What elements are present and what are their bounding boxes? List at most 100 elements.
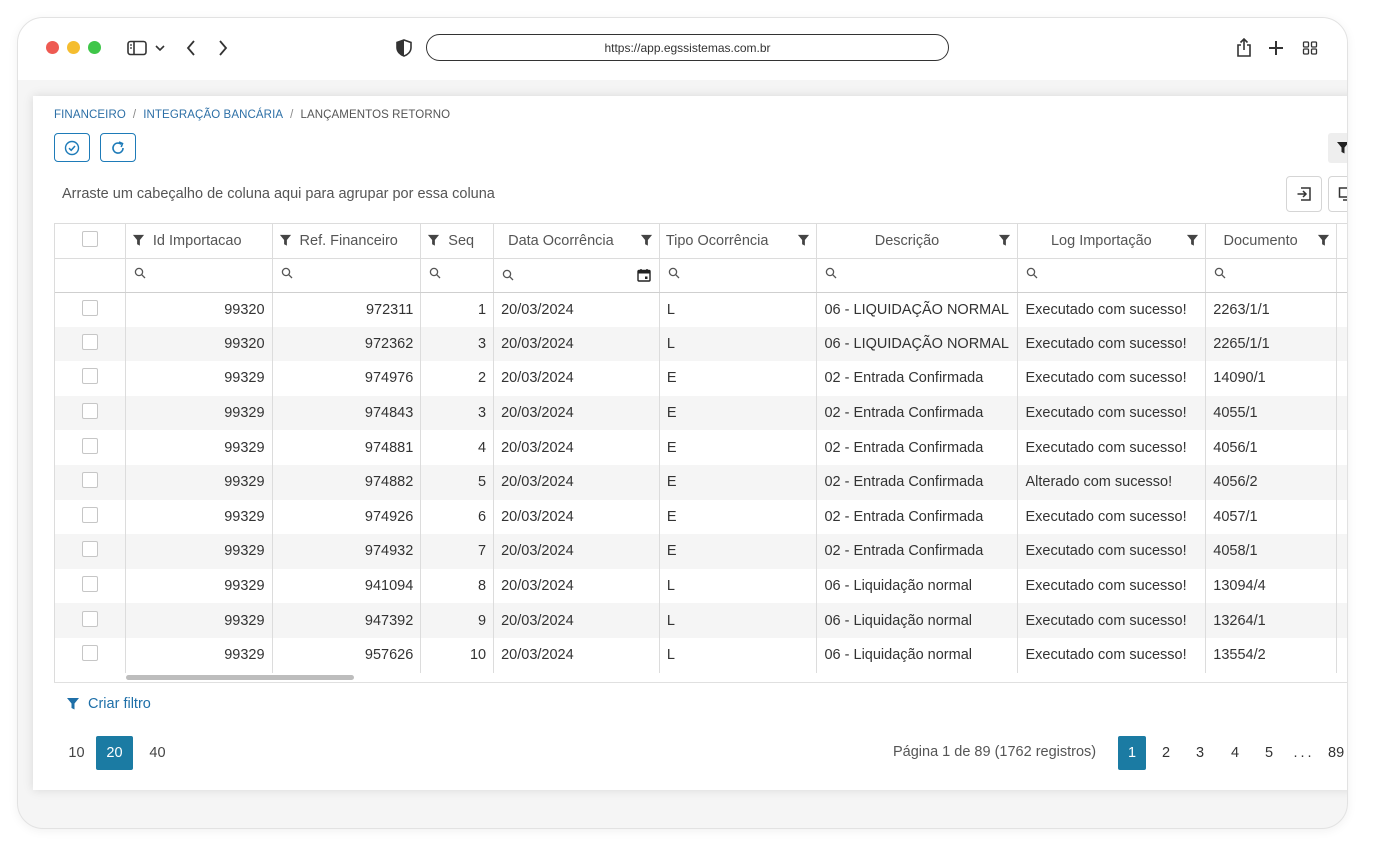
filter-icon[interactable]	[797, 234, 810, 247]
search-cell[interactable]	[272, 258, 422, 293]
search-cell[interactable]	[420, 258, 495, 293]
page-size-10[interactable]: 10	[58, 736, 95, 770]
address-bar[interactable]: https://app.egssistemas.com.br	[426, 34, 949, 61]
table-cell: 4056/1	[1205, 430, 1337, 465]
page-5-button[interactable]: 5	[1255, 736, 1283, 770]
breadcrumb-financeiro[interactable]: FINANCEIRO	[54, 109, 126, 121]
row-checkbox[interactable]	[81, 333, 98, 350]
table-row[interactable]: 99329 974843 3 20/03/2024 E 02 - Entrada Conf…	[55, 395, 1347, 431]
table-cell: 99320	[125, 292, 273, 327]
search-cell[interactable]	[125, 258, 273, 293]
page-4-button[interactable]: 4	[1221, 736, 1249, 770]
filter-icon[interactable]	[1186, 234, 1199, 247]
page-last-button[interactable]: 89	[1328, 736, 1347, 770]
shield-icon[interactable]	[396, 39, 412, 62]
select-all-cell	[55, 224, 126, 259]
create-filter-link[interactable]: Criar filtro	[88, 696, 151, 712]
back-icon[interactable]	[183, 36, 199, 60]
table-row[interactable]: 99320 972362 3 20/03/2024 L 06 - LIQUIDAÇÃO N…	[55, 326, 1347, 362]
table-row[interactable]: 99329 974881 4 20/03/2024 E 02 - Entrada Conf…	[55, 430, 1347, 465]
table-cell: E	[659, 361, 818, 396]
column-header-documento[interactable]: Documento	[1205, 224, 1337, 259]
page-2-button[interactable]: 2	[1152, 736, 1180, 770]
row-checkbox[interactable]	[81, 541, 98, 558]
search-cell[interactable]	[816, 258, 1019, 293]
table-cell: 02 - Entrada Confirmada	[816, 430, 1019, 465]
column-header-id-importacao[interactable]: Id Importacao	[125, 224, 273, 259]
chevron-down-icon[interactable]	[154, 36, 166, 60]
search-cell-date[interactable]	[493, 258, 660, 293]
table-cell: E	[659, 499, 818, 535]
table-row[interactable]: 99329 974882 5 20/03/2024 E 02 - Entrada Conf…	[55, 464, 1347, 500]
table-row[interactable]: 99329 974926 6 20/03/2024 E 02 - Entrada Conf…	[55, 499, 1347, 535]
row-checkbox[interactable]	[81, 403, 98, 420]
page-size-20[interactable]: 20	[96, 736, 133, 770]
filter-builder-bar[interactable]: Criar filtro	[54, 682, 1347, 725]
column-header-log-importacao[interactable]: Log Importação	[1017, 224, 1207, 259]
page-3-button[interactable]: 3	[1186, 736, 1214, 770]
table-row[interactable]: 99329 974976 2 20/03/2024 E 02 - Entrada Conf…	[55, 361, 1347, 396]
row-checkbox[interactable]	[81, 368, 98, 385]
row-checkbox[interactable]	[81, 610, 98, 627]
export-button[interactable]	[1286, 176, 1322, 212]
row-checkbox[interactable]	[81, 437, 98, 454]
forward-icon[interactable]	[215, 36, 231, 60]
table-cell: 3	[420, 395, 495, 431]
table-cell: 9	[420, 603, 495, 638]
filter-icon[interactable]	[279, 234, 292, 247]
column-header-seq[interactable]: Seq	[420, 224, 495, 259]
table-cell: 2	[420, 361, 495, 396]
table-cell-overflow	[1336, 499, 1347, 535]
table-cell: 1	[420, 292, 495, 327]
share-icon[interactable]	[1235, 36, 1253, 60]
column-header-descricao[interactable]: Descrição	[816, 224, 1019, 259]
column-header-data-ocorrencia[interactable]: Data Ocorrência	[493, 224, 660, 259]
table-row[interactable]: 99329 947392 9 20/03/2024 L 06 - Liquidação n…	[55, 603, 1347, 638]
table-cell: Executado com sucesso!	[1017, 361, 1207, 396]
table-cell: 974882	[272, 464, 422, 500]
breadcrumb-integracao-bancaria[interactable]: INTEGRAÇÃO BANCÁRIA	[143, 109, 283, 121]
calendar-icon[interactable]	[637, 268, 651, 282]
refresh-button[interactable]	[100, 133, 136, 162]
page-1-button[interactable]: 1	[1118, 736, 1146, 770]
row-checkbox[interactable]	[81, 472, 98, 489]
table-cell-overflow	[1336, 534, 1347, 569]
table-cell: 20/03/2024	[493, 430, 660, 465]
row-checkbox[interactable]	[81, 506, 98, 523]
table-cell: 20/03/2024	[493, 326, 660, 362]
new-tab-icon[interactable]	[1267, 36, 1285, 60]
search-cell[interactable]	[1205, 258, 1337, 293]
row-checkbox[interactable]	[81, 645, 98, 662]
filter-icon[interactable]	[132, 234, 145, 247]
table-row[interactable]: 99329 974932 7 20/03/2024 E 02 - Entrada Conf…	[55, 534, 1347, 569]
filter-toggle-button[interactable]	[1328, 133, 1347, 163]
table-cell: 06 - Liquidação normal	[816, 603, 1019, 638]
table-cell: L	[659, 326, 818, 362]
search-cell[interactable]	[659, 258, 818, 293]
close-window-button[interactable]	[46, 41, 59, 54]
horizontal-scrollbar[interactable]	[126, 675, 354, 680]
table-cell: 4055/1	[1205, 395, 1337, 431]
filter-icon[interactable]	[427, 234, 440, 247]
maximize-window-button[interactable]	[88, 41, 101, 54]
row-checkbox[interactable]	[81, 299, 98, 316]
filter-icon[interactable]	[1317, 234, 1330, 247]
table-row[interactable]: 99320 972311 1 20/03/2024 L 06 - LIQUIDAÇÃO N…	[55, 292, 1347, 327]
search-cell[interactable]	[1017, 258, 1207, 293]
minimize-window-button[interactable]	[67, 41, 80, 54]
table-cell: 02 - Entrada Confirmada	[816, 395, 1019, 431]
tab-overview-icon[interactable]	[1301, 36, 1319, 60]
filter-icon[interactable]	[998, 234, 1011, 247]
filter-icon[interactable]	[640, 234, 653, 247]
table-row[interactable]: 99329 957626 10 20/03/2024 L 06 - Liquidação …	[55, 637, 1347, 673]
select-all-checkbox[interactable]	[81, 230, 98, 247]
table-row[interactable]: 99329 941094 8 20/03/2024 L 06 - Liquidação n…	[55, 568, 1347, 604]
confirm-button[interactable]	[54, 133, 90, 162]
row-checkbox[interactable]	[81, 576, 98, 593]
sidebar-icon[interactable]	[126, 36, 148, 60]
pager: 10 20 40 Página 1 de 89 (1762 registros)…	[54, 736, 1347, 772]
page-size-40[interactable]: 40	[139, 736, 176, 770]
column-chooser-button[interactable]	[1328, 176, 1347, 212]
column-header-ref-financeiro[interactable]: Ref. Financeiro	[272, 224, 422, 259]
column-header-tipo-ocorrencia[interactable]: Tipo Ocorrência	[659, 224, 818, 259]
